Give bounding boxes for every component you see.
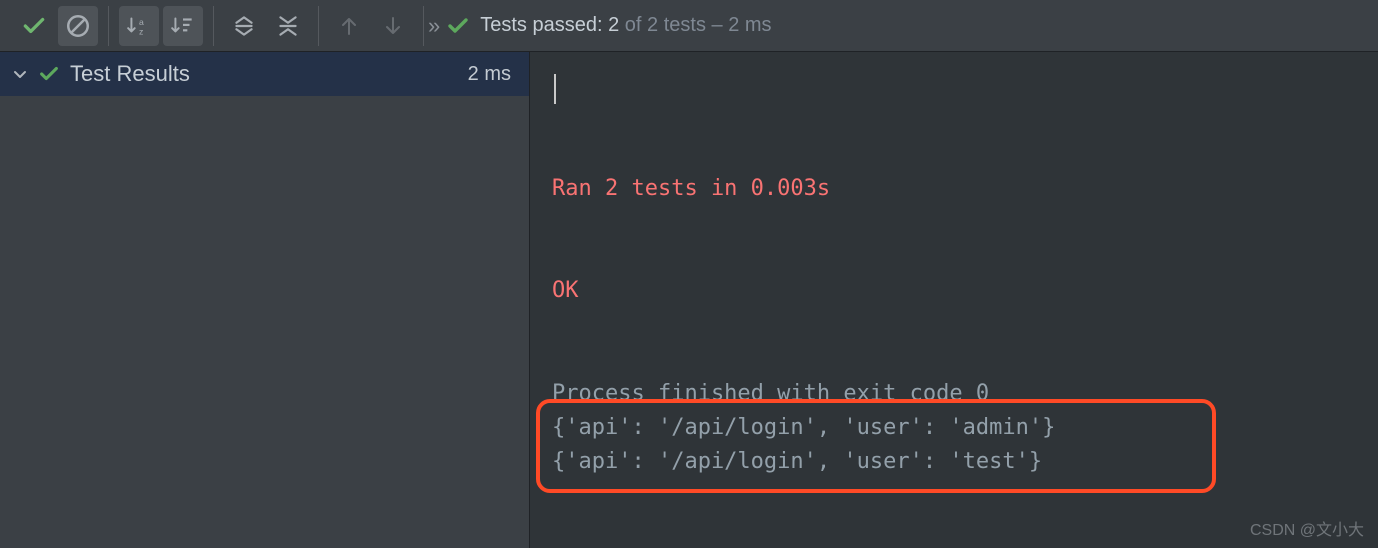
tree-root-label: Test Results (70, 61, 190, 87)
collapse-all-button[interactable] (268, 6, 308, 46)
tree-root-duration: 2 ms (468, 63, 517, 86)
svg-text:z: z (139, 26, 143, 36)
expand-all-button[interactable] (224, 6, 264, 46)
sort-duration-button[interactable] (163, 6, 203, 46)
status-count: 2 (608, 14, 619, 36)
test-console[interactable]: Ran 2 tests in 0.003s OK Process finishe… (530, 52, 1378, 548)
status-total: of 2 tests (625, 14, 706, 36)
next-failed-button (373, 6, 413, 46)
prev-failed-button (329, 6, 369, 46)
highlight-box (536, 399, 1216, 493)
watermark: CSDN @文小大 (1250, 516, 1364, 540)
console-ok-line: OK (552, 274, 1356, 308)
chevron-down-icon (12, 66, 28, 82)
expand-toolbar-icon[interactable]: » (428, 13, 430, 39)
console-ran-line: Ran 2 tests in 0.003s (552, 172, 1356, 206)
show-passed-button[interactable] (14, 6, 54, 46)
show-ignored-button[interactable] (58, 6, 98, 46)
status-duration: – 2 ms (712, 14, 772, 36)
tree-root-row[interactable]: Test Results 2 ms (0, 52, 529, 96)
test-status: Tests passed: 2 of 2 tests – 2 ms (446, 14, 771, 38)
check-icon (38, 63, 60, 85)
test-tree[interactable]: Test Results 2 ms (0, 52, 530, 548)
check-icon (446, 14, 470, 38)
text-cursor (554, 74, 556, 104)
svg-text:a: a (139, 16, 144, 26)
status-prefix: Tests passed: (480, 14, 602, 36)
sort-alpha-button[interactable]: az (119, 6, 159, 46)
test-toolbar: az » Tests passed: 2 of 2 tests – 2 ms (0, 0, 1378, 52)
